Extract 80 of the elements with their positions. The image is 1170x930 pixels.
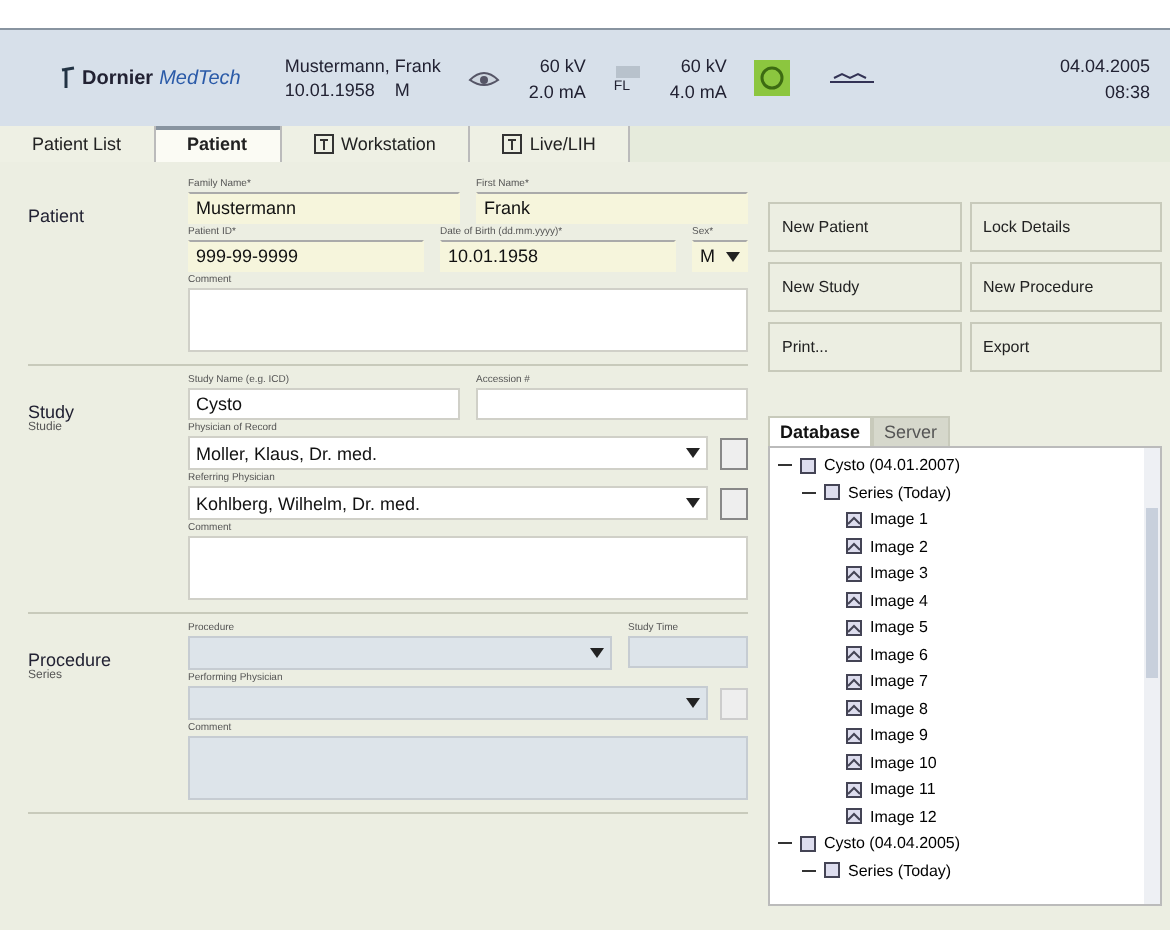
tree-item[interactable]: Cysto (04.01.2007) (824, 456, 961, 475)
status-icon (754, 60, 791, 96)
tree-item[interactable]: Image 8 (870, 699, 928, 718)
browse-button[interactable] (720, 487, 748, 519)
input-field[interactable]: 999-99-9999 (188, 240, 424, 272)
tree-item[interactable]: Image 1 (870, 510, 928, 529)
brand-name: Dornier (82, 67, 154, 89)
tab[interactable]: Workstation (281, 126, 470, 162)
action-button[interactable]: Export (969, 322, 1162, 372)
kv-value: 60 kV (539, 55, 586, 75)
patient-dob: 10.01.1958 (284, 80, 375, 100)
image-icon (846, 781, 862, 798)
section-title: Patient (28, 206, 87, 226)
image-icon (846, 673, 862, 690)
vendor-logo-icon (830, 72, 875, 84)
image-icon (846, 592, 862, 609)
action-button[interactable]: Print... (768, 322, 961, 372)
image-icon (846, 808, 862, 825)
tab-icon (313, 134, 334, 154)
tab[interactable]: Database (768, 416, 873, 446)
caret-icon (590, 648, 604, 658)
comment-field[interactable] (188, 288, 748, 352)
browse-button[interactable] (720, 437, 748, 469)
tree-item[interactable]: Series (Today) (848, 861, 952, 880)
image-icon (846, 619, 862, 636)
input-field[interactable]: 10.01.1958 (440, 240, 676, 272)
patient-sex: M (394, 80, 410, 100)
tree-item[interactable]: Image 3 (870, 564, 928, 583)
caret-icon (686, 698, 700, 708)
section-title: Procedure (28, 650, 114, 670)
action-button[interactable]: Lock Details (969, 202, 1162, 252)
caret-icon (726, 251, 740, 261)
action-button[interactable]: New Procedure (969, 262, 1162, 312)
ma-value: 2.0 mA (528, 81, 586, 101)
dropdown-field[interactable]: Kohlberg, Wilhelm, Dr. med. (188, 486, 708, 520)
dropdown-field[interactable]: Moller, Klaus, Dr. med. (188, 436, 708, 470)
tree-item[interactable]: Series (Today) (848, 483, 952, 502)
tree-item[interactable]: Image 2 (870, 537, 928, 556)
image-icon (846, 646, 862, 663)
input-field[interactable]: Mustermann (188, 192, 460, 224)
tree-item[interactable]: Image 5 (870, 618, 928, 637)
image-icon (846, 538, 862, 555)
image-icon (846, 700, 862, 717)
input-field[interactable]: Cysto (188, 388, 460, 420)
kv-value: 60 kV (680, 55, 727, 75)
caret-icon (686, 448, 700, 458)
action-button[interactable]: New Study (768, 262, 961, 312)
tab[interactable]: Server (872, 416, 950, 446)
input-field[interactable] (476, 388, 748, 420)
brand-subtitle: MedTech (159, 67, 241, 89)
browse-button[interactable] (720, 687, 748, 719)
date-label: 04.04.2005 (1059, 55, 1150, 75)
image-icon (846, 565, 862, 582)
tree-item[interactable]: Image 11 (870, 780, 936, 799)
section-title: Study (28, 402, 77, 422)
image-icon (846, 511, 862, 528)
tree-item[interactable]: Image 6 (870, 645, 928, 664)
tab-icon (501, 134, 522, 154)
tree-item[interactable]: Image 9 (870, 726, 928, 745)
tree-item[interactable]: Image 4 (870, 591, 928, 610)
image-icon (846, 754, 862, 771)
tree-item[interactable]: Image 10 (870, 753, 937, 772)
eye-icon (468, 66, 501, 90)
time-label: 08:38 (1104, 81, 1150, 101)
tree-item[interactable]: Image 12 (870, 807, 937, 826)
input-field[interactable]: Frank (476, 192, 748, 224)
scrollbar[interactable] (1144, 448, 1160, 904)
image-icon (846, 727, 862, 744)
ma-value: 4.0 mA (669, 81, 727, 101)
tab[interactable]: Patient (155, 126, 282, 162)
tree-item[interactable]: Cysto (04.04.2005) (824, 834, 961, 853)
tab[interactable]: Live/LIH (469, 126, 630, 162)
patient-name: Mustermann, Frank (284, 56, 441, 76)
logo-icon (60, 66, 76, 90)
dropdown-field[interactable]: M (692, 240, 748, 272)
tree-item[interactable]: Image 7 (870, 672, 928, 691)
comment-field[interactable] (188, 536, 748, 600)
tab[interactable]: Patient List (0, 126, 156, 162)
caret-icon (686, 498, 700, 508)
action-button[interactable]: New Patient (768, 202, 961, 252)
